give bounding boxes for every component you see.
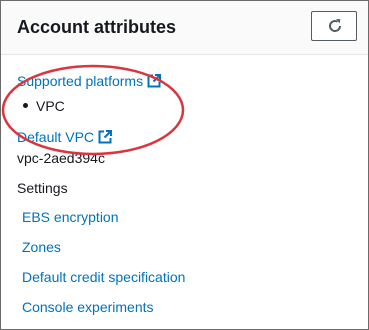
external-link-icon[interactable] xyxy=(147,74,162,92)
platform-value: VPC xyxy=(36,98,65,114)
default-credit-specification-link[interactable]: Default credit specification xyxy=(22,268,185,286)
account-attributes-panel: Account attributes Supported platforms V… xyxy=(0,0,369,330)
external-link-icon[interactable] xyxy=(98,130,113,148)
panel-title: Account attributes xyxy=(17,17,177,37)
supported-platforms-link[interactable]: Supported platforms xyxy=(17,73,143,89)
refresh-icon xyxy=(329,19,342,32)
zones-link[interactable]: Zones xyxy=(22,238,61,256)
default-vpc-row: Default VPC xyxy=(17,128,113,148)
platform-list-item: VPC xyxy=(23,97,65,115)
refresh-button[interactable] xyxy=(311,11,357,41)
default-vpc-link[interactable]: Default VPC xyxy=(17,129,94,145)
settings-heading: Settings xyxy=(17,180,68,196)
ebs-encryption-link[interactable]: EBS encryption xyxy=(22,208,119,226)
panel-header: Account attributes xyxy=(1,1,368,55)
default-vpc-value: vpc-2aed394c xyxy=(17,150,105,166)
supported-platforms-row: Supported platforms xyxy=(17,72,162,92)
console-experiments-link[interactable]: Console experiments xyxy=(22,298,154,316)
bullet-icon xyxy=(23,103,28,108)
